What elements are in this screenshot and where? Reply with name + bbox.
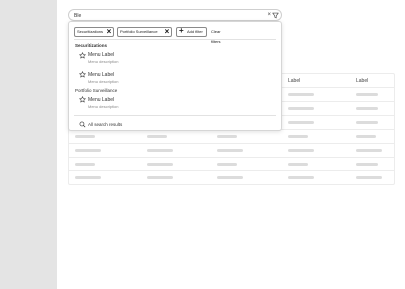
- placeholder-bar: [217, 149, 243, 152]
- placeholder-bar: [147, 135, 167, 138]
- clear-filters-button[interactable]: Clear filters: [211, 27, 221, 44]
- menu-item-description: Menu description: [88, 79, 119, 84]
- placeholder-bar: [147, 163, 173, 166]
- search-field[interactable]: ×: [68, 9, 282, 21]
- column-header: Label: [356, 78, 369, 84]
- table-row[interactable]: [69, 170, 394, 185]
- menu-item-label[interactable]: Menu Label: [88, 52, 114, 58]
- menu-item-description: Menu description: [88, 104, 119, 109]
- table-row[interactable]: [69, 129, 394, 144]
- sidebar: [0, 0, 57, 289]
- placeholder-bar: [356, 176, 382, 179]
- placeholder-bar: [147, 176, 173, 179]
- placeholder-bar: [217, 135, 237, 138]
- add-filter-button[interactable]: + Add filter: [176, 27, 207, 37]
- placeholder-bar: [356, 121, 378, 124]
- placeholder-bar: [288, 163, 308, 166]
- section-title: Portfolio Surveillance: [75, 88, 118, 93]
- menu-item-description: Menu description: [88, 59, 119, 64]
- filter-chip[interactable]: Portfolio Surveillance ×: [117, 27, 172, 37]
- placeholder-bar: [288, 135, 308, 138]
- divider: [74, 115, 276, 116]
- placeholder-bar: [288, 176, 314, 179]
- placeholder-bar: [75, 135, 95, 138]
- placeholder-bar: [288, 93, 314, 96]
- remove-chip-icon[interactable]: ×: [105, 28, 113, 36]
- section-title: Securitizations: [75, 43, 108, 48]
- placeholder-bar: [288, 149, 314, 152]
- placeholder-bar: [356, 163, 378, 166]
- placeholder-bar: [356, 135, 376, 138]
- table-row[interactable]: [69, 143, 394, 158]
- add-filter-label: Add filter: [187, 29, 203, 34]
- search-icon: [79, 121, 86, 128]
- placeholder-bar: [288, 121, 314, 124]
- placeholder-bar: [356, 107, 378, 110]
- placeholder-bar: [75, 149, 101, 152]
- placeholder-bar: [217, 176, 243, 179]
- plus-icon: +: [179, 26, 184, 35]
- placeholder-bar: [75, 163, 95, 166]
- star-icon[interactable]: [79, 96, 86, 103]
- remove-chip-icon[interactable]: ×: [163, 28, 171, 36]
- filter-chip[interactable]: Securitizations ×: [74, 27, 114, 37]
- clear-search-icon[interactable]: ×: [267, 11, 271, 20]
- filter-chip-label: Portfolio Surveillance: [120, 29, 158, 34]
- search-dropdown: Securitizations × Portfolio Surveillance…: [68, 21, 282, 131]
- placeholder-bar: [217, 163, 237, 166]
- star-icon[interactable]: [79, 71, 86, 78]
- placeholder-bar: [356, 149, 382, 152]
- menu-item-label[interactable]: Menu Label: [88, 97, 114, 103]
- placeholder-bar: [147, 149, 173, 152]
- placeholder-bar: [356, 93, 378, 96]
- placeholder-bar: [75, 176, 101, 179]
- filter-chip-label: Securitizations: [77, 29, 104, 34]
- divider: [74, 39, 276, 40]
- column-header: Label: [288, 78, 301, 84]
- search-input[interactable]: [74, 11, 254, 20]
- star-icon[interactable]: [79, 52, 86, 59]
- all-search-results-link[interactable]: All search results: [88, 122, 122, 127]
- placeholder-bar: [288, 107, 314, 110]
- filter-icon[interactable]: [272, 11, 279, 20]
- menu-item-label[interactable]: Menu Label: [88, 72, 114, 78]
